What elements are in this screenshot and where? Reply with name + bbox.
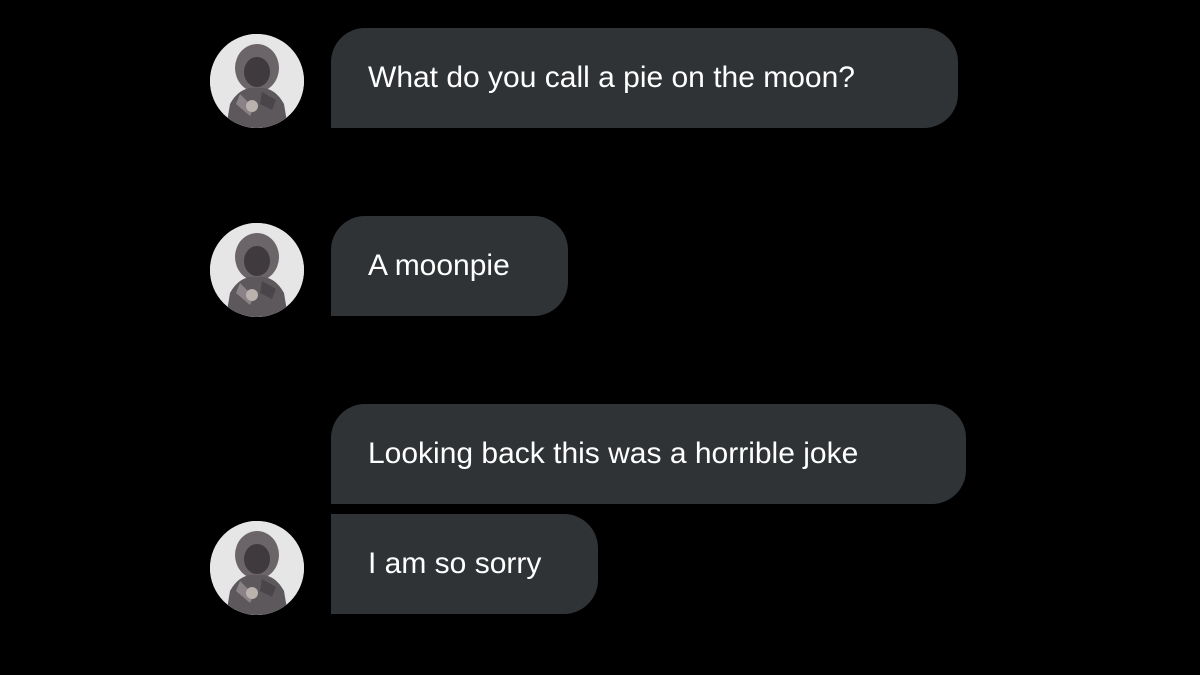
- message-text: Looking back this was a horrible joke: [368, 437, 859, 470]
- message-text: What do you call a pie on the moon?: [368, 61, 855, 94]
- message-bubble[interactable]: I am so sorry: [331, 514, 598, 614]
- message-bubble[interactable]: A moonpie: [331, 216, 568, 316]
- avatar-photo-icon: [210, 34, 304, 128]
- user-avatar[interactable]: [210, 521, 304, 615]
- avatar-photo-icon: [210, 521, 304, 615]
- message-bubble[interactable]: What do you call a pie on the moon?: [331, 28, 958, 128]
- message-bubble[interactable]: Looking back this was a horrible joke: [331, 404, 966, 504]
- user-avatar[interactable]: [210, 34, 304, 128]
- message-text: A moonpie: [368, 249, 510, 282]
- user-avatar[interactable]: [210, 223, 304, 317]
- message-text: I am so sorry: [368, 547, 542, 580]
- avatar-photo-icon: [210, 223, 304, 317]
